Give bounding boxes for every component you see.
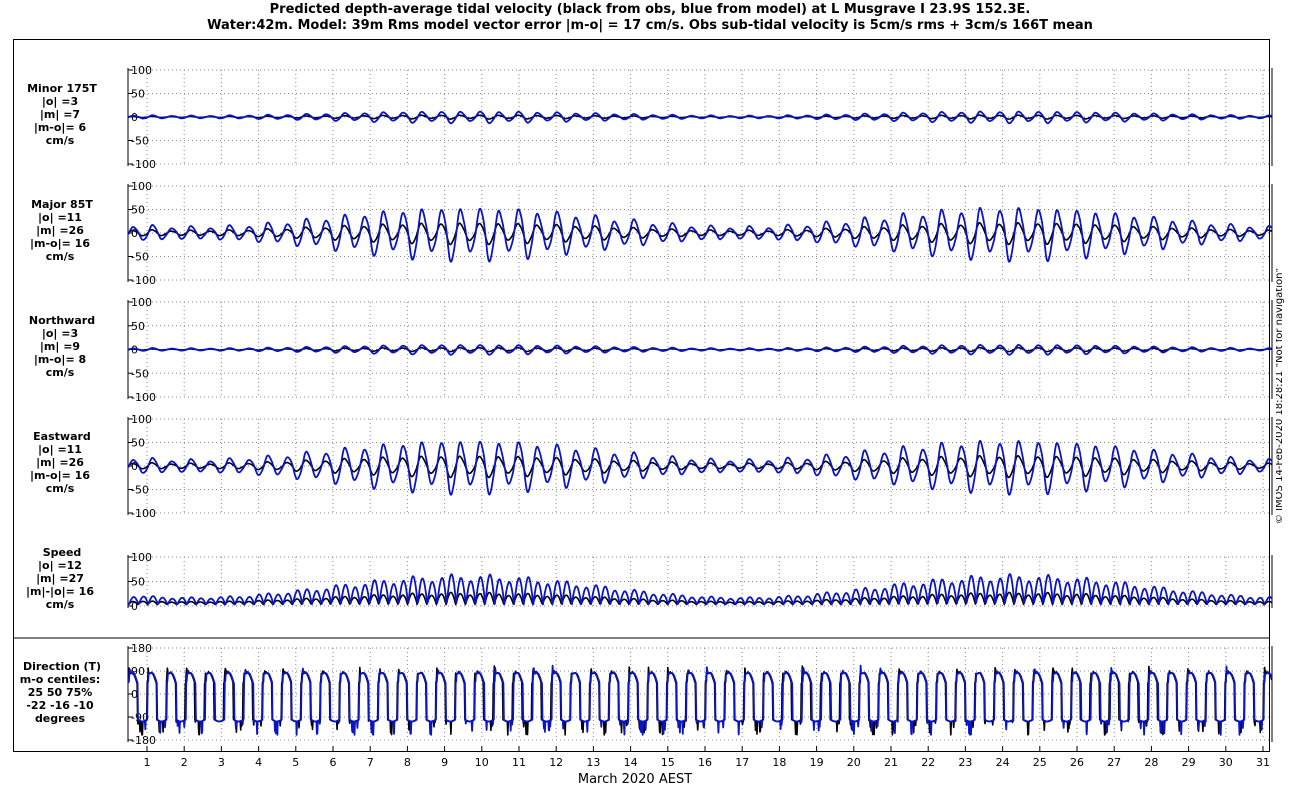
x-tick-label: 23 [958, 756, 972, 769]
x-tick-label: 16 [698, 756, 712, 769]
panel-label-minor: Minor 175T|o| =3|m| =7|m-o|= 6cm/s [27, 82, 97, 147]
panel-label-eastward: Eastward|o| =11|m| =26|m-o|= 16cm/s [30, 430, 91, 495]
y-tick-label: -180 [131, 734, 156, 747]
y-tick-label: -50 [131, 135, 149, 148]
x-tick-label: 30 [1219, 756, 1233, 769]
y-tick-label: -50 [131, 251, 149, 264]
copyright-note: © IMOS 14-Feb-2020 18:28:21 "Not for nav… [1276, 40, 1294, 752]
x-tick-label: 9 [441, 756, 448, 769]
x-tick-label: 10 [475, 756, 489, 769]
panel-label-line: |m-o|= 16 [30, 237, 90, 250]
panel-label-line: Direction (T) [23, 660, 101, 673]
panel-label-speed: Speed|o| =12|m| =27|m|-|o|= 16cm/s [26, 546, 94, 611]
x-tick-label: 12 [549, 756, 563, 769]
y-tick-label: 100 [131, 296, 152, 309]
y-tick-label: -100 [131, 507, 156, 520]
x-tick-label: 28 [1144, 756, 1158, 769]
y-tick-label: 180 [131, 642, 152, 655]
panel-label-line: degrees [35, 712, 86, 725]
panel-label-line: |m| =9 [40, 340, 80, 353]
panel-label-line: |o| =3 [42, 95, 78, 108]
x-tick-label: 6 [330, 756, 337, 769]
y-tick-label: 50 [131, 576, 145, 589]
panel-label-line: |o| =11 [38, 211, 82, 224]
panel-northward: Northward|o| =3|m| =9|m-o|= 8cm/s -100 -50… [29, 296, 1273, 404]
x-tick-label: 22 [921, 756, 935, 769]
panel-label-line: |m-o|= 16 [30, 469, 90, 482]
panel-label-line: cm/s [46, 482, 75, 495]
x-tick-label: 14 [624, 756, 638, 769]
panel-label-direction: Direction (T)m-o centiles:25 50 75%-22 -… [20, 660, 101, 725]
x-tick-label: 17 [735, 756, 749, 769]
panel-minor: Minor 175T|o| =3|m| =7|m-o|= 6cm/s -100 -5… [27, 64, 1273, 171]
panel-label-line: -22 -16 -10 [26, 699, 94, 712]
y-tick-label: -100 [131, 158, 156, 171]
panel-label-line: 25 50 75% [28, 686, 93, 699]
y-tick-label: 50 [131, 204, 145, 217]
x-tick-label: 27 [1107, 756, 1121, 769]
panel-label-line: |m| =26 [36, 224, 84, 237]
y-tick-label: 50 [131, 320, 145, 333]
x-tick-label: 7 [367, 756, 374, 769]
panel-label-line: |o| =3 [42, 327, 78, 340]
panel-label-line: cm/s [46, 250, 75, 263]
x-tick-label: 3 [218, 756, 225, 769]
x-tick-label: 19 [810, 756, 824, 769]
panel-label-line: |m| =7 [40, 108, 80, 121]
x-tick-label: 8 [404, 756, 411, 769]
x-tick-label: 5 [292, 756, 299, 769]
panel-label-line: Northward [29, 314, 95, 327]
panel-label-line: Major 85T [31, 198, 93, 211]
y-tick-label: -50 [131, 367, 149, 380]
panel-label-line: Minor 175T [27, 82, 97, 95]
panel-label-line: |m| =26 [36, 456, 84, 469]
x-axis-label: March 2020 AEST [578, 772, 692, 787]
panel-label-line: Speed [43, 546, 82, 559]
x-tick-label: 15 [661, 756, 675, 769]
y-tick-label: 100 [131, 64, 152, 77]
panel-speed: Speed|o| =12|m| =27|m|-|o|= 16cm/s 050100 [26, 546, 1273, 613]
panel-label-line: |o| =12 [38, 559, 82, 572]
x-tick-label: 4 [255, 756, 262, 769]
panel-label-line: |m| =27 [36, 572, 84, 585]
y-tick-label: 100 [131, 413, 152, 426]
panel-major: Major 85T|o| =11|m| =26|m-o|= 16cm/s -100… [30, 180, 1273, 287]
panel-direction: Direction (T)m-o centiles:25 50 75%-22 -… [20, 642, 1273, 747]
x-tick-label: 25 [1033, 756, 1047, 769]
y-tick-label: -50 [131, 484, 149, 497]
x-tick-label: 31 [1256, 756, 1270, 769]
y-tick-label: 100 [131, 551, 152, 564]
panel-label-line: |m-o|= 6 [34, 121, 87, 134]
y-tick-label: 100 [131, 180, 152, 193]
x-tick-label: 21 [884, 756, 898, 769]
x-tick-label: 26 [1070, 756, 1084, 769]
panel-label-line: cm/s [46, 366, 75, 379]
x-tick-label: 1 [144, 756, 151, 769]
y-tick-label: -100 [131, 391, 156, 404]
y-tick-label: 50 [131, 88, 145, 101]
panel-label-line: Eastward [33, 430, 91, 443]
x-tick-label: 29 [1182, 756, 1196, 769]
tidal-velocity-chart: 1 2 3 4 5 6 7 8 9 10 11 12 13 14 15 16 17 18 19 20 21 22 23 24 2… [13, 64, 1273, 787]
x-tick-label: 18 [772, 756, 786, 769]
panel-label-line: |m|-|o|= 16 [26, 585, 94, 598]
copyright-text: © IMOS 14-Feb-2020 18:28:21 "Not for nav… [1276, 267, 1285, 524]
panel-label-line: cm/s [46, 598, 75, 611]
x-tick-label: 11 [512, 756, 526, 769]
y-tick-label: 50 [131, 437, 145, 450]
panel-label-major: Major 85T|o| =11|m| =26|m-o|= 16cm/s [30, 198, 93, 263]
x-tick-label: 24 [996, 756, 1010, 769]
x-tick-label: 13 [586, 756, 600, 769]
panel-label-line: m-o centiles: [20, 673, 100, 686]
panel-label-line: cm/s [46, 134, 75, 147]
panel-label-northward: Northward|o| =3|m| =9|m-o|= 8cm/s [29, 314, 95, 379]
y-tick-label: -100 [131, 274, 156, 287]
x-tick-label: 2 [181, 756, 188, 769]
panel-eastward: Eastward|o| =11|m| =26|m-o|= 16cm/s -100 -… [30, 413, 1273, 520]
x-tick-label: 20 [847, 756, 861, 769]
panel-label-line: |m-o|= 8 [34, 353, 86, 366]
panel-label-line: |o| =11 [38, 443, 82, 456]
